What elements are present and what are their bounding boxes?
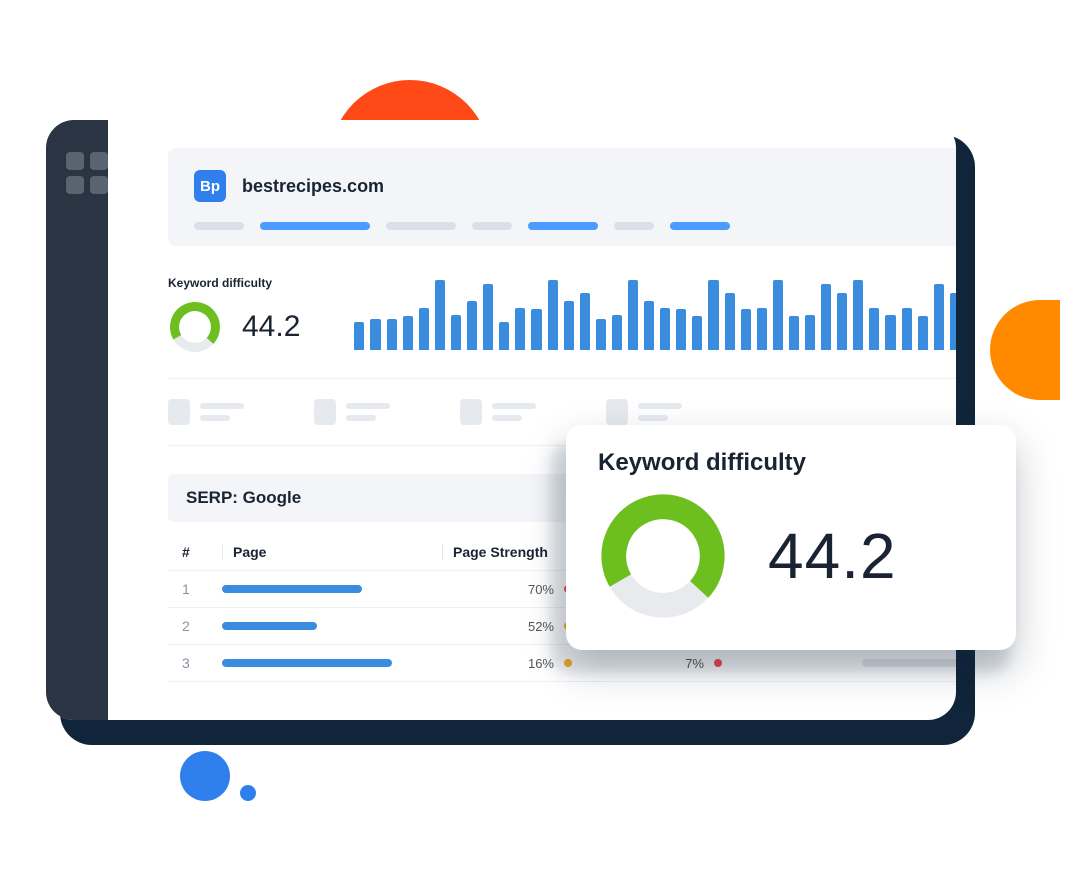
trend-bar xyxy=(805,315,815,350)
trend-bar xyxy=(934,284,944,351)
trend-bar xyxy=(628,280,638,350)
trend-bar xyxy=(354,322,364,350)
decoration-orange-arc xyxy=(990,300,1060,400)
cell-rank: 3 xyxy=(182,655,222,671)
kd-label: Keyword difficulty xyxy=(168,276,300,290)
trend-bar xyxy=(660,308,670,350)
trend-bar xyxy=(950,293,956,350)
kd-ring-small xyxy=(168,300,222,354)
trend-bar xyxy=(885,315,895,350)
trend-bar xyxy=(435,280,445,350)
trend-bar xyxy=(387,319,397,351)
kd-value-small: 44.2 xyxy=(242,310,300,344)
nav-pill xyxy=(472,222,512,230)
trend-bar xyxy=(741,309,751,350)
col-page: Page xyxy=(222,544,442,560)
trend-bar xyxy=(918,316,928,350)
trend-bar xyxy=(757,308,767,350)
trend-bar xyxy=(773,280,783,350)
trend-bar xyxy=(548,280,558,350)
trend-bar xyxy=(612,315,622,350)
kd-card-value: 44.2 xyxy=(768,519,897,593)
nav-pill xyxy=(386,222,456,230)
trend-bar xyxy=(515,308,525,350)
trend-bar xyxy=(676,309,686,350)
kd-summary-row: Keyword difficulty 44.2 xyxy=(168,276,956,354)
decoration-blue-dot xyxy=(180,751,230,801)
trend-bar xyxy=(902,308,912,350)
kd-card: Keyword difficulty 44.2 xyxy=(566,425,1016,650)
nav-pill xyxy=(194,222,244,230)
stat-placeholder xyxy=(168,399,244,425)
trend-bar xyxy=(837,293,847,350)
trend-bar xyxy=(644,301,654,350)
decoration-blue-dot-small xyxy=(240,785,256,801)
trend-bar xyxy=(370,319,380,351)
nav-pill xyxy=(260,222,370,230)
nav-pill xyxy=(614,222,654,230)
cell-page xyxy=(222,659,442,667)
nav-placeholder-row xyxy=(194,222,950,230)
apps-icon[interactable] xyxy=(66,152,108,194)
cell-rank: 1 xyxy=(182,581,222,597)
trend-bar xyxy=(725,293,735,350)
site-domain: bestrecipes.com xyxy=(242,176,384,197)
kd-card-title: Keyword difficulty xyxy=(598,449,984,477)
cell-page xyxy=(222,622,442,630)
stat-placeholder xyxy=(606,399,682,425)
stat-placeholder xyxy=(314,399,390,425)
site-favicon: Bp xyxy=(194,170,226,202)
sidebar xyxy=(46,120,108,720)
stat-placeholder xyxy=(460,399,536,425)
col-rank: # xyxy=(182,544,222,560)
trend-bar xyxy=(467,301,477,350)
site-card: Bp bestrecipes.com xyxy=(168,148,956,246)
cell-page xyxy=(222,585,442,593)
cell-rank: 2 xyxy=(182,618,222,634)
kd-small-widget: Keyword difficulty 44.2 xyxy=(168,276,300,354)
trend-bar xyxy=(564,301,574,350)
trend-bar xyxy=(789,316,799,350)
trend-bar xyxy=(869,308,879,350)
nav-pill xyxy=(528,222,598,230)
nav-pill xyxy=(670,222,730,230)
trend-bar xyxy=(419,308,429,350)
trend-bar xyxy=(499,322,509,350)
trend-bar xyxy=(451,315,461,350)
trend-bar xyxy=(531,309,541,350)
trend-bar xyxy=(692,316,702,350)
trend-bar xyxy=(596,319,606,351)
kd-ring-large xyxy=(598,491,728,621)
trend-bar xyxy=(853,280,863,350)
trend-bar xyxy=(708,280,718,350)
trend-bar xyxy=(821,284,831,351)
trend-bar xyxy=(580,293,590,350)
trend-bar xyxy=(483,284,493,351)
trend-bar xyxy=(403,316,413,350)
trend-bar-chart xyxy=(344,280,956,350)
